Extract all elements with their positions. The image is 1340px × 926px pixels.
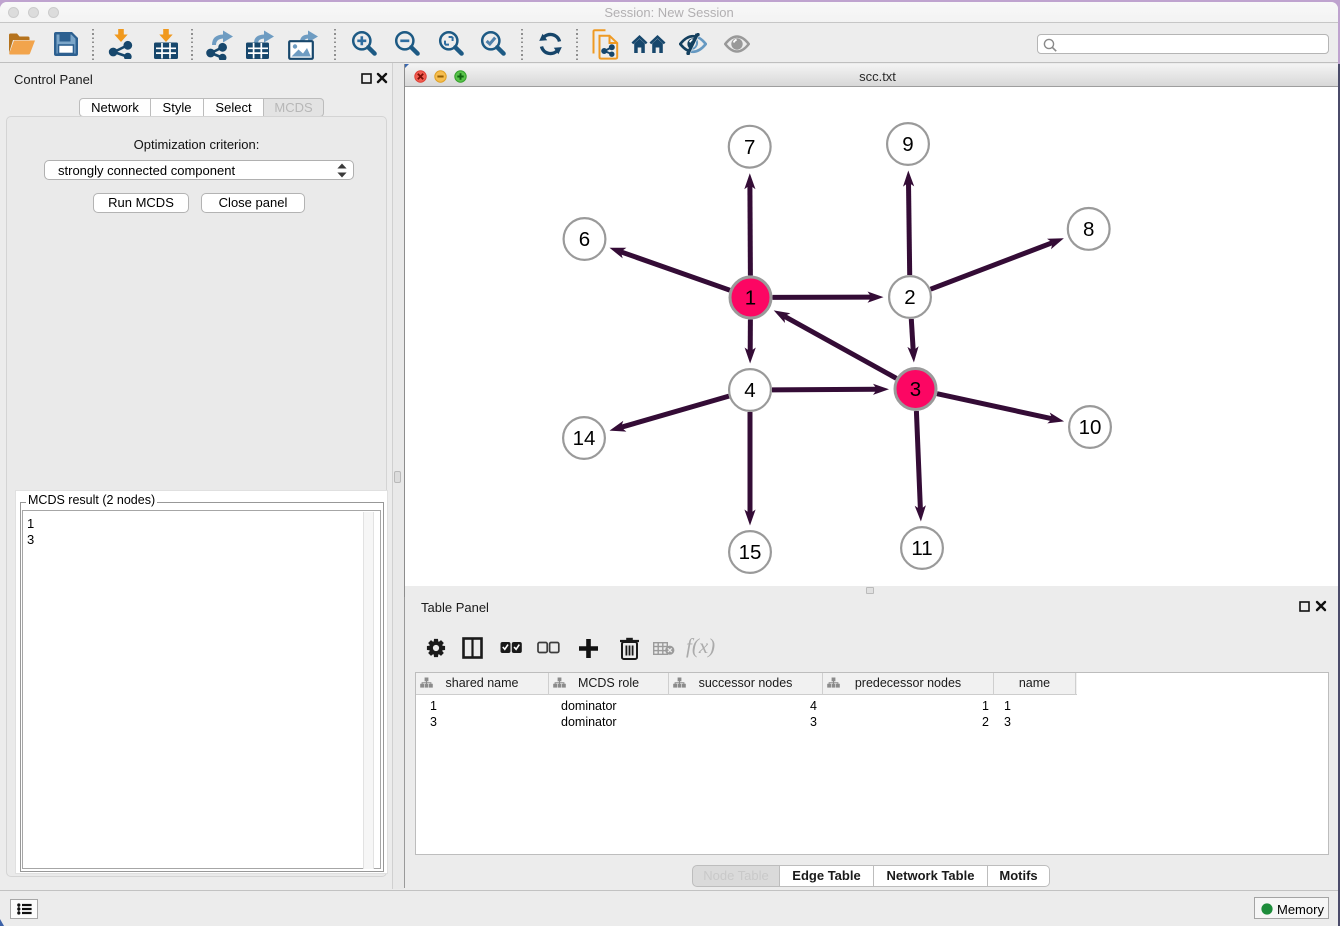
- svg-text:15: 15: [739, 541, 762, 564]
- svg-text:6: 6: [579, 228, 590, 251]
- svg-text:7: 7: [744, 136, 755, 159]
- svg-text:2: 2: [904, 286, 915, 309]
- svg-text:4: 4: [744, 379, 755, 402]
- svg-text:1: 1: [745, 287, 756, 310]
- svg-text:11: 11: [911, 537, 932, 560]
- svg-text:3: 3: [910, 378, 921, 401]
- svg-text:9: 9: [902, 133, 913, 156]
- svg-text:10: 10: [1079, 416, 1102, 439]
- svg-text:8: 8: [1083, 218, 1094, 241]
- svg-text:14: 14: [573, 427, 596, 450]
